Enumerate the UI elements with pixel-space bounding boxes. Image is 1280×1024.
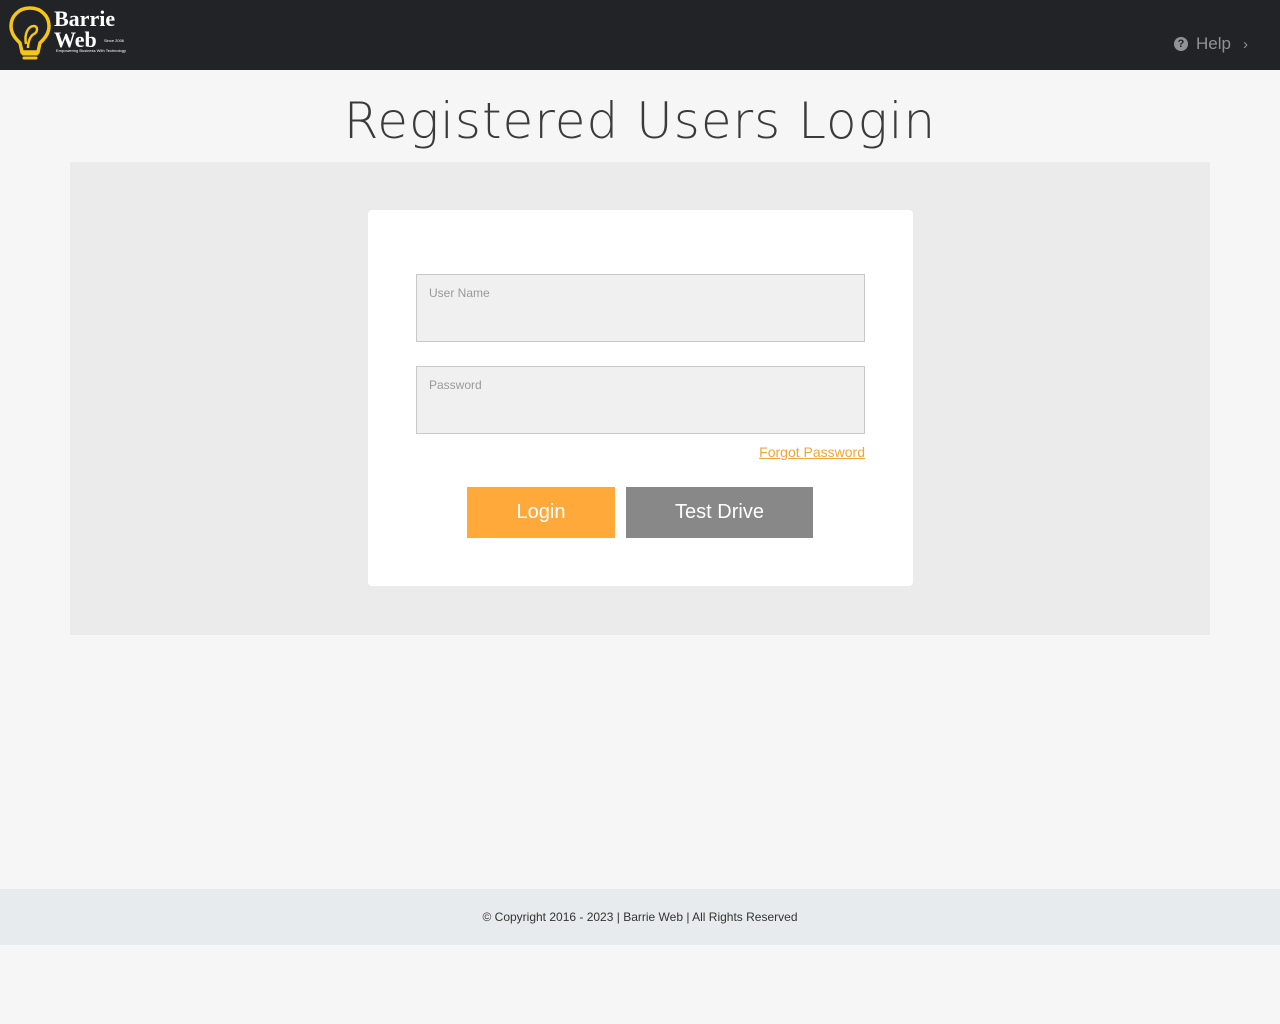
login-card: User Name Password Forgot Password Login… [368,210,913,586]
login-panel: User Name Password Forgot Password Login… [70,162,1210,635]
chevron-right-icon: › [1243,35,1248,53]
forgot-password-link[interactable]: Forgot Password [759,444,865,460]
logo-wordmark: Barrie Web [54,6,116,52]
page-title: Registered Users Login [343,92,937,150]
question-circle-icon: ? [1174,37,1189,51]
copyright-text: © Copyright 2016 - 2023 | Barrie Web | A… [482,910,798,924]
help-label: Help [1196,34,1231,53]
help-link[interactable]: ? Help › [1174,34,1248,54]
username-field[interactable]: User Name [416,274,865,342]
footer: © Copyright 2016 - 2023 | Barrie Web | A… [0,889,1280,945]
login-button[interactable]: Login [467,487,615,538]
barrie-web-logo[interactable]: Barrie Web Since 2006 Empowering Busines… [8,4,126,64]
password-label: Password [429,378,482,392]
password-input[interactable] [429,397,849,425]
username-input[interactable] [429,305,849,333]
username-label: User Name [429,286,490,300]
logo-tagline: Empowering Business With Technology [56,48,126,53]
password-field[interactable]: Password [416,366,865,434]
top-navbar: Barrie Web Since 2006 Empowering Busines… [0,0,1280,70]
test-drive-button[interactable]: Test Drive [626,487,813,538]
logo-since: Since 2006 [104,38,125,43]
